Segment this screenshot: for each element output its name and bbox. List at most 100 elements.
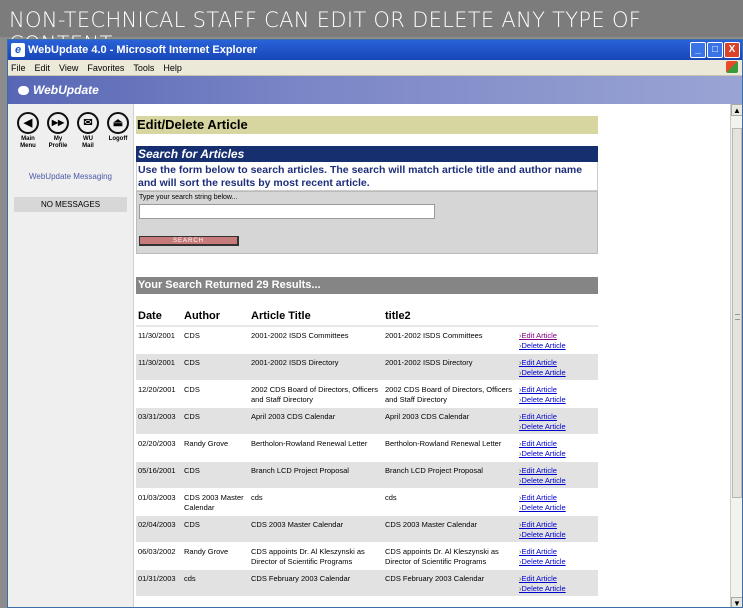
cell-actions: Edit ArticleDelete Article [517,542,598,570]
forward-profile-icon: ▶▶ [47,112,69,134]
cell-title: CDS February 2003 Calendar [249,569,383,597]
wu-mail-label-1: WU [83,136,93,142]
menu-file[interactable]: File [11,63,26,73]
cell-title2: CDS February 2003 Calendar [383,569,517,597]
main-menu-label-2: Menu [20,143,36,149]
messages-status: NO MESSAGES [14,197,127,212]
cell-title2: Bertholon-Rowland Renewal Letter [383,434,517,462]
my-profile-button[interactable]: ▶▶ My Profile [44,112,72,150]
eject-logoff-icon: ⏏ [107,112,129,134]
col-title2: title2 [383,310,517,327]
cell-author: CDS [182,353,249,381]
thumb-grip-icon [735,314,740,320]
col-actions [517,310,598,327]
edit-article-link[interactable]: Edit Article [519,493,596,503]
delete-article-link[interactable]: Delete Article [519,503,596,513]
scroll-down-arrow-icon[interactable]: ▼ [731,597,742,607]
close-button[interactable]: X [724,42,740,58]
search-input[interactable] [139,204,435,219]
menu-help[interactable]: Help [163,63,182,73]
cell-date: 01/31/2003 [136,569,182,597]
window-titlebar[interactable]: e WebUpdate 4.0 - Microsoft Internet Exp… [8,40,742,60]
edit-article-link[interactable]: Edit Article [519,439,596,449]
delete-article-link[interactable]: Delete Article [519,395,596,405]
cell-title: Bertholon-Rowland Renewal Letter [249,434,383,462]
col-article-title: Article Title [249,310,383,327]
windows-logo-icon [726,61,738,73]
main-menu-label-1: Main [21,136,35,142]
edit-article-link[interactable]: Edit Article [519,466,596,476]
delete-article-link[interactable]: Delete Article [519,449,596,459]
app-header: WebUpdate [8,76,742,104]
back-arrow-icon: ◀ [17,112,39,134]
my-profile-label-2: Profile [48,143,68,149]
cell-author: CDS [182,380,249,408]
window-title: WebUpdate 4.0 - Microsoft Internet Explo… [28,44,258,56]
delete-article-link[interactable]: Delete Article [519,422,596,432]
menu-view[interactable]: View [59,63,78,73]
delete-article-link[interactable]: Delete Article [519,341,596,351]
cell-actions: Edit ArticleDelete Article [517,488,598,516]
scroll-up-arrow-icon[interactable]: ▲ [731,104,742,116]
cell-actions: Edit ArticleDelete Article [517,326,598,354]
search-button[interactable]: SEARCH [139,236,239,246]
delete-article-link[interactable]: Delete Article [519,368,596,378]
cell-author: CDS [182,326,249,354]
browser-window: e WebUpdate 4.0 - Microsoft Internet Exp… [7,39,743,608]
app-logo-text[interactable]: WebUpdate [33,83,99,97]
table-row: 02/20/2003 Randy Grove Bertholon-Rowland R… [136,434,598,462]
cell-author: Randy Grove [182,434,249,462]
edit-article-link[interactable]: Edit Article [519,412,596,422]
cell-title: April 2003 CDS Calendar [249,407,383,435]
edit-article-link[interactable]: Edit Article [519,547,596,557]
edit-article-link[interactable]: Edit Article [519,331,596,341]
my-profile-label-1: My [53,136,63,142]
menu-bar: File Edit View Favorites Tools Help [8,60,742,76]
vertical-scrollbar[interactable]: ▲ ▼ [730,104,742,607]
delete-article-link[interactable]: Delete Article [519,476,596,486]
main-content: Edit/Delete Article Search for Articles … [136,104,598,607]
cell-title2: April 2003 CDS Calendar [383,407,517,435]
wu-mail-label-2: Mail [82,143,94,149]
table-row: 06/03/2002 Randy Grove CDS appoints Dr. Al… [136,542,598,570]
cell-title: cds [249,488,383,516]
delete-article-link[interactable]: Delete Article [519,530,596,540]
minimize-button[interactable]: _ [690,42,706,58]
cell-title: 2001-2002 ISDS Directory [249,353,383,381]
menu-favorites[interactable]: Favorites [87,63,124,73]
right-panel [598,104,732,607]
maximize-button[interactable]: □ [707,42,723,58]
col-author: Author [182,310,249,327]
cell-title2: 2001-2002 ISDS Committees [383,326,517,354]
cell-title: Branch LCD Project Proposal [249,461,383,489]
delete-article-link[interactable]: Delete Article [519,557,596,567]
delete-article-link[interactable]: Delete Article [519,584,596,594]
results-heading: Your Search Returned 29 Results... [136,277,598,294]
table-row: 03/31/2003 CDS April 2003 CDS Calendar Apri… [136,407,598,435]
cell-author: CDS [182,407,249,435]
wu-mail-button[interactable]: ✉ WU Mail [74,112,102,150]
search-instructions: Use the form below to search articles. T… [136,162,598,191]
menu-tools[interactable]: Tools [133,63,154,73]
page-title: Edit/Delete Article [136,116,598,134]
cell-actions: Edit ArticleDelete Article [517,461,598,489]
scroll-thumb[interactable] [732,128,742,498]
menu-edit[interactable]: Edit [35,63,51,73]
cell-date: 03/31/2003 [136,407,182,435]
edit-article-link[interactable]: Edit Article [519,574,596,584]
table-row: 11/30/2001 CDS 2001-2002 ISDS Directory 200… [136,353,598,381]
main-menu-button[interactable]: ◀ Main Menu [14,112,42,150]
results-table: Date Author Article Title title2 11/30/2… [136,310,598,597]
edit-article-link[interactable]: Edit Article [519,520,596,530]
cell-author: CDS [182,515,249,543]
cell-date: 06/03/2002 [136,542,182,570]
cell-title: 2002 CDS Board of Directors, Officers an… [249,380,383,408]
search-input-label: Type your search string below... [139,194,238,201]
table-row: 01/31/2003 cds CDS February 2003 Calendar C… [136,569,598,597]
logoff-button[interactable]: ⏏ Logoff [104,112,132,150]
edit-article-link[interactable]: Edit Article [519,385,596,395]
table-row: 02/04/2003 CDS CDS 2003 Master Calendar CDS… [136,515,598,543]
table-row: 11/30/2001 CDS 2001-2002 ISDS Committees 20… [136,326,598,354]
cell-actions: Edit ArticleDelete Article [517,434,598,462]
edit-article-link[interactable]: Edit Article [519,358,596,368]
